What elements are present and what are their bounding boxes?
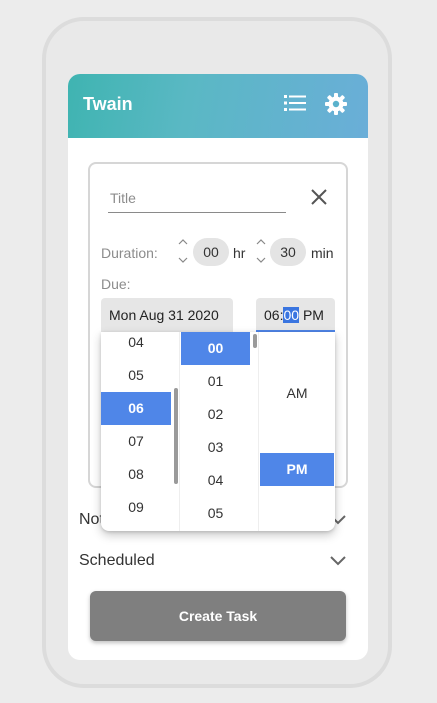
gear-icon[interactable] <box>324 92 348 116</box>
time-minute-segment[interactable]: 00 <box>283 307 300 323</box>
duration-minutes-input[interactable]: 30 <box>270 238 306 266</box>
list-icon[interactable] <box>284 94 306 112</box>
minute-option[interactable]: 05 <box>181 497 250 530</box>
hour-option[interactable]: 04 <box>101 332 171 359</box>
title-input[interactable]: Title <box>108 186 286 213</box>
time-hour: 06 <box>264 307 280 323</box>
minute-option[interactable]: 03 <box>181 431 250 464</box>
minutes-stepper-icon[interactable] <box>256 238 266 264</box>
minute-column[interactable]: 00 01 02 03 04 05 <box>180 332 252 531</box>
time-picker-dropdown: 04 05 06 07 08 09 00 01 02 03 04 05 AM P… <box>101 332 335 531</box>
duration-label: Duration: <box>101 245 158 261</box>
hour-option[interactable]: 07 <box>101 425 171 458</box>
minute-option[interactable]: 04 <box>181 464 250 497</box>
title-placeholder: Title <box>110 190 136 206</box>
period-column[interactable]: AM PM <box>259 332 335 531</box>
chevron-down-icon[interactable] <box>330 556 346 566</box>
due-label: Due: <box>101 276 131 292</box>
hour-column[interactable]: 04 05 06 07 08 09 <box>101 332 173 531</box>
hours-stepper-icon[interactable] <box>178 238 188 264</box>
period-option-selected[interactable]: PM <box>260 453 334 486</box>
scheduled-section-label[interactable]: Scheduled <box>79 552 155 570</box>
create-task-button[interactable]: Create Task <box>90 591 346 641</box>
minute-option[interactable]: 01 <box>181 365 250 398</box>
due-time-input[interactable]: 06:00 PM <box>256 298 335 332</box>
due-date-input[interactable]: Mon Aug 31 2020 <box>101 298 233 332</box>
time-period: PM <box>302 307 324 323</box>
minutes-unit: min <box>311 245 334 261</box>
hour-option[interactable]: 09 <box>101 491 171 524</box>
hour-scrollbar[interactable] <box>174 388 178 484</box>
minute-option[interactable]: 02 <box>181 398 250 431</box>
hour-option[interactable]: 05 <box>101 359 171 392</box>
close-icon[interactable] <box>310 188 328 206</box>
app-header: Twain <box>68 74 368 138</box>
period-option[interactable]: AM <box>260 377 334 410</box>
app-title: Twain <box>83 94 133 114</box>
hour-option[interactable]: 08 <box>101 458 171 491</box>
hour-option-selected[interactable]: 06 <box>101 392 171 425</box>
minute-scrollbar[interactable] <box>253 334 257 348</box>
minute-option-selected[interactable]: 00 <box>181 332 250 365</box>
duration-hours-input[interactable]: 00 <box>193 238 229 266</box>
hours-unit: hr <box>233 245 246 261</box>
